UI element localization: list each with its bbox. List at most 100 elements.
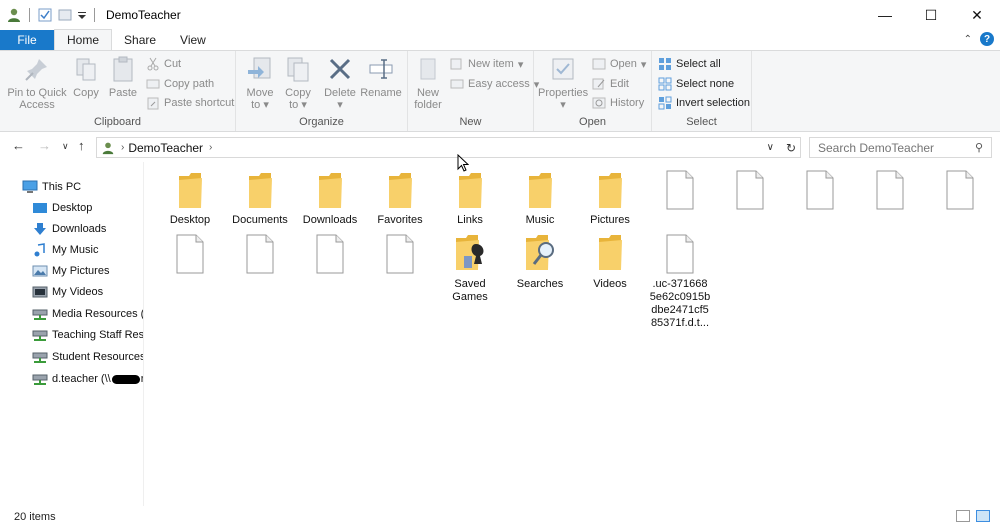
file-item[interactable] (365, 234, 435, 278)
nav-item-desktop[interactable]: Desktop (32, 198, 92, 218)
address-dropdown-icon[interactable]: ∨ (767, 142, 774, 153)
help-icon[interactable]: ? (980, 32, 994, 46)
back-arrow-icon[interactable]: ← (12, 138, 25, 153)
breadcrumb-chevron-icon-2[interactable]: › (209, 142, 212, 153)
search-box[interactable]: ⚲ (809, 137, 992, 158)
move-to-button[interactable]: Move to ▾ (242, 55, 278, 111)
rename-button[interactable]: Rename (360, 55, 402, 99)
refresh-icon[interactable]: ↻ (786, 141, 796, 155)
tab-view[interactable]: View (168, 30, 218, 50)
open-button[interactable]: Open ▾ (592, 57, 646, 71)
nav-item-media-resources[interactable]: Media Resources (J: (32, 304, 143, 324)
pictures-icon (32, 264, 48, 278)
easy-access-button[interactable]: Easy access ▾ (450, 77, 539, 91)
folder-downloads[interactable]: Downloads (295, 172, 365, 227)
user-folder-icon[interactable] (6, 7, 22, 23)
folder-searches[interactable]: Searches (505, 234, 575, 291)
select-all-button[interactable]: Select all (658, 57, 721, 71)
tab-share[interactable]: Share (112, 30, 168, 50)
select-none-label: Select none (676, 78, 735, 90)
file-item[interactable] (855, 170, 925, 214)
new-item-icon (450, 57, 464, 71)
delete-button[interactable]: Delete ▾ (322, 55, 358, 111)
nav-item-this-pc[interactable]: This PC (22, 177, 81, 197)
item-label: Pictures (590, 214, 630, 226)
nav-item-label: Student Resources ( (52, 351, 144, 363)
folder-favorites[interactable]: Favorites (365, 172, 435, 227)
search-input[interactable] (818, 140, 968, 155)
file-item[interactable] (785, 170, 855, 214)
copy-path-button[interactable]: Copy path (146, 77, 214, 91)
maximize-button[interactable]: ☐ (908, 0, 954, 30)
folder-videos[interactable]: Videos (575, 234, 645, 291)
new-folder-qat-icon[interactable] (57, 7, 73, 23)
file-item[interactable] (155, 234, 225, 278)
properties-icon (552, 58, 574, 80)
easy-access-icon (450, 77, 464, 91)
copy-button[interactable]: Copy (70, 55, 102, 99)
up-arrow-icon[interactable]: ↑ (78, 138, 85, 153)
edit-label: Edit (610, 78, 629, 90)
folder-pictures[interactable]: Pictures (575, 172, 645, 227)
file-item[interactable] (225, 234, 295, 278)
breadcrumb-chevron-icon[interactable]: › (121, 142, 124, 153)
properties-button[interactable]: Properties ▾ (538, 55, 588, 111)
new-group-label: New (459, 116, 482, 128)
nav-item-downloads[interactable]: Downloads (32, 219, 106, 239)
file-item[interactable] (295, 234, 365, 278)
pin-quick-access-button[interactable]: Pin to Quick Access (6, 55, 68, 111)
network-drive-icon (32, 307, 48, 321)
nav-item-my-music[interactable]: My Music (32, 240, 98, 260)
history-button[interactable]: History (592, 96, 644, 110)
folder-saved-games[interactable]: Saved Games (435, 234, 505, 304)
file-item[interactable] (925, 170, 995, 214)
folder-music[interactable]: Music (505, 172, 575, 227)
invert-selection-button[interactable]: Invert selection (658, 96, 750, 110)
tab-home[interactable]: Home (54, 29, 113, 50)
clipboard-group: Pin to Quick Access Copy Paste Cut Copy … (0, 51, 236, 131)
copy-to-button[interactable]: Copy to ▾ (280, 55, 316, 111)
item-label: Videos (593, 278, 627, 290)
blank-file-icon (736, 170, 764, 210)
select-group-label: Select (686, 116, 717, 128)
nav-item-student-resources[interactable]: Student Resources ( (32, 347, 144, 367)
properties-qat-icon[interactable] (37, 7, 53, 23)
nav-item-my-pictures[interactable]: My Pictures (32, 261, 109, 281)
new-folder-button[interactable]: New folder (412, 55, 444, 111)
paste-shortcut-button[interactable]: Paste shortcut (146, 96, 234, 110)
new-item-button[interactable]: New item ▾ (450, 57, 523, 71)
folder-documents[interactable]: Documents (225, 172, 295, 227)
file-item[interactable] (715, 170, 785, 214)
user-location-icon (101, 141, 115, 155)
item-label: Searches (516, 278, 564, 290)
file-item[interactable] (645, 170, 715, 214)
recent-locations-icon[interactable]: ∨ (62, 141, 69, 152)
clipboard-group-label: Clipboard (93, 116, 142, 128)
nav-item-d-teacher[interactable]: d.teacher (\\ r (32, 369, 143, 389)
copy-label: Copy (73, 87, 99, 99)
minimize-button[interactable]: — (862, 0, 908, 30)
nav-item-label: My Music (52, 244, 99, 256)
collapse-ribbon-icon[interactable]: ⌃ (964, 34, 972, 45)
large-icons-view-icon[interactable] (976, 510, 990, 522)
music-icon (32, 243, 48, 257)
address-bar[interactable]: › DemoTeacher › ∨ ↻ (96, 137, 801, 158)
details-view-icon[interactable] (956, 510, 970, 522)
nav-item-teaching-staff-resources[interactable]: Teaching Staff Reso (32, 325, 143, 345)
close-button[interactable]: ✕ (954, 0, 1000, 30)
cut-button[interactable]: Cut (146, 57, 181, 71)
folder-links[interactable]: Links (435, 172, 505, 227)
nav-item-my-videos[interactable]: My Videos (32, 282, 103, 302)
select-none-button[interactable]: Select none (658, 77, 734, 91)
customize-qat-icon[interactable] (77, 7, 87, 23)
breadcrumb-demoteacher[interactable]: DemoTeacher (128, 141, 203, 155)
pin-icon (25, 59, 47, 81)
paste-button[interactable]: Paste (106, 55, 140, 99)
search-icon[interactable]: ⚲ (975, 141, 983, 154)
tab-file[interactable]: File (0, 30, 54, 50)
forward-arrow-icon[interactable]: → (38, 138, 51, 153)
edit-button[interactable]: Edit (592, 77, 629, 91)
paste-shortcut-icon (146, 96, 160, 110)
folder-desktop[interactable]: Desktop (155, 172, 225, 227)
file-uc-item[interactable]: .uc-371668 5e62c0915b dbe2471cf5 85371f.… (645, 234, 715, 330)
